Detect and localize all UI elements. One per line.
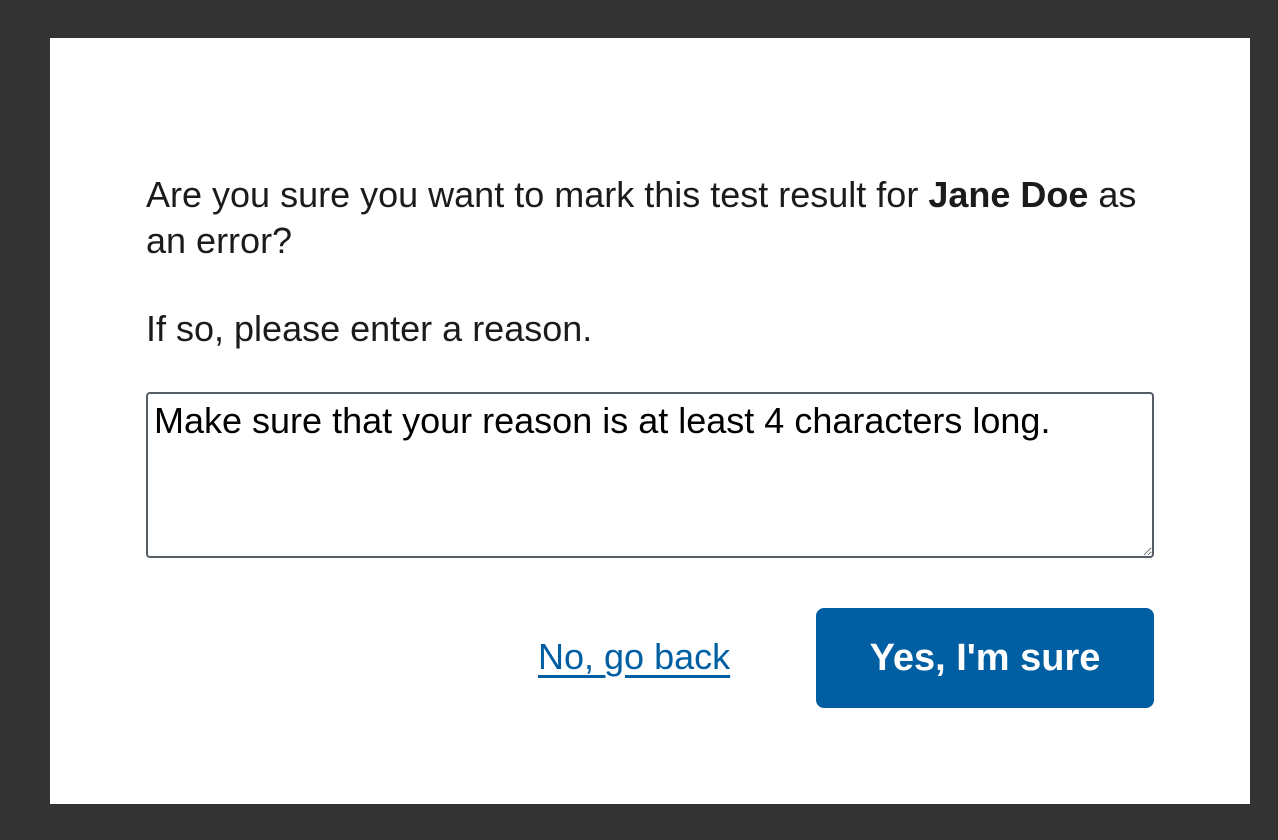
mark-error-dialog: Are you sure you want to mark this test …	[50, 38, 1250, 804]
dialog-instruction: If so, please enter a reason.	[146, 308, 593, 349]
confirm-button[interactable]: Yes, I'm sure	[816, 608, 1154, 708]
go-back-link[interactable]: No, go back	[538, 634, 730, 680]
patient-name: Jane Doe	[928, 174, 1089, 215]
question-prefix: Are you sure you want to mark this test …	[146, 174, 929, 215]
dialog-question: Are you sure you want to mark this test …	[146, 172, 1156, 264]
reason-textarea[interactable]	[146, 392, 1154, 558]
